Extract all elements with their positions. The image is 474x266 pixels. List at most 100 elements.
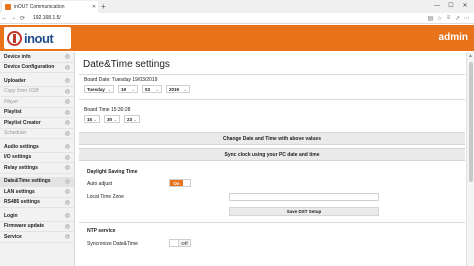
sidebar-item-label: Playlist Creator [4, 119, 41, 126]
ntp-section-title: NTP service [87, 228, 116, 234]
sidebar-item-scheduler: Scheduler › [0, 129, 74, 139]
chevron-right-icon: › [65, 154, 70, 160]
chevron-right-icon: › [65, 223, 70, 229]
close-window-button[interactable]: ✕ [458, 0, 472, 12]
favorites-hub-icon[interactable]: ≡ [444, 15, 453, 22]
sidebar-item-rs485-settings[interactable]: RS485 settings › [0, 198, 74, 208]
minimize-button[interactable]: — [430, 0, 444, 12]
sidebar-item-label: Player [4, 98, 19, 105]
sidebar-menu: Device info › Device Configuration › Uploade… [0, 52, 75, 266]
chevron-right-icon: › [65, 88, 70, 94]
sidebar-item-lan-settings[interactable]: LAN settings › [0, 187, 74, 198]
reading-view-icon[interactable]: ▤ [426, 15, 435, 22]
sidebar-item-player: Player › [0, 97, 74, 108]
favorite-star-icon[interactable]: ☆ [435, 15, 444, 22]
sidebar-item-copy-from-usb: Copy from USB › [0, 87, 74, 97]
sidebar-item-label: Copy from USB [4, 88, 39, 95]
tab-title: inOUT Communication [14, 4, 65, 10]
sidebar-item-label: LAN settings [4, 188, 35, 195]
sidebar-item-date-time-settings[interactable]: Date&Time settings › [0, 176, 74, 187]
sidebar-item-audio-settings[interactable]: Audio settings › [0, 142, 74, 153]
main-content: Date&Time settings Board Date: Tuesday 1… [79, 52, 465, 266]
weekday-select[interactable]: Tuesday ⌄ [84, 85, 114, 93]
day-spinner[interactable]: 19 ⌄ [118, 85, 138, 93]
divider [79, 222, 465, 223]
share-icon[interactable]: ↗ [453, 15, 462, 22]
sidebar-item-label: I/O settings [4, 154, 32, 161]
reload-button[interactable]: ⟳ [18, 15, 27, 22]
page-title: Date&Time settings [83, 59, 170, 70]
chevron-right-icon: › [65, 178, 70, 184]
sidebar-item-i-o-settings[interactable]: I/O settings › [0, 153, 74, 163]
second-spinner[interactable]: 23 ⌄ [124, 115, 140, 123]
board-date-label: Board Date: Tuesday 19/03/2019 [84, 77, 158, 83]
window-controls: — ☐ ✕ [430, 0, 472, 12]
change-date-time-button[interactable]: Change Date and Time with above values [79, 132, 465, 145]
sidebar-item-device-configuration[interactable]: Device Configuration › [0, 63, 74, 73]
chevron-right-icon: › [65, 54, 70, 60]
dst-section-title: Daylight Saving Time [87, 169, 138, 175]
sidebar-item-label: Device info [4, 53, 31, 60]
chevron-right-icon: › [65, 109, 70, 115]
sidebar-item-playlist[interactable]: Playlist › [0, 108, 74, 118]
sidebar-item-label: Device Configuration [4, 64, 55, 71]
auto-adjust-label: Auto adjust [87, 181, 113, 187]
sidebar-item-device-info[interactable]: Device info › [0, 52, 74, 63]
divider [79, 99, 465, 100]
sidebar-item-uploader[interactable]: Uploader › [0, 76, 74, 87]
sidebar-item-label: Audio settings [4, 143, 39, 150]
browser-tab[interactable]: inOUT Communication ✕ [2, 1, 98, 13]
month-spinner[interactable]: 03 ⌄ [142, 85, 162, 93]
sync-pc-clock-button[interactable]: Sync clock using your PC date and time [79, 148, 465, 161]
toggle-knob [183, 180, 190, 186]
forward-button[interactable]: → [9, 15, 18, 21]
chevron-right-icon: › [65, 130, 70, 136]
more-menu-icon[interactable]: ⋯ [462, 15, 471, 22]
chevron-right-icon: › [65, 78, 70, 84]
sidebar-item-label: Playlist [4, 109, 22, 116]
year-spinner[interactable]: 2019 ⌄ [166, 85, 190, 93]
chevron-down-icon: ⌄ [93, 116, 97, 122]
divider [79, 74, 465, 75]
hour-spinner[interactable]: 15 ⌄ [84, 115, 100, 123]
board-time-label: Board Time 15:30:28 [84, 107, 131, 113]
favicon-icon [5, 4, 11, 10]
minute-spinner[interactable]: 30 ⌄ [104, 115, 120, 123]
new-tab-button[interactable]: + [101, 1, 106, 12]
sidebar-item-label: Firmware update [4, 223, 45, 230]
sidebar-item-login[interactable]: Login › [0, 211, 74, 222]
scroll-up-icon[interactable]: ▲ [468, 53, 473, 59]
logo-power-icon [7, 30, 22, 46]
sidebar-item-firmware-update[interactable]: Firmware update › [0, 222, 74, 232]
toggle-on-state: On [170, 180, 183, 186]
local-time-zone-label: Local Time Zone [87, 194, 124, 200]
sidebar-item-service[interactable]: Service › [0, 232, 74, 243]
sidebar-item-playlist-creator[interactable]: Playlist Creator › [0, 118, 74, 129]
toggle-off-state: Off [181, 240, 188, 246]
address-bar: ← → ⟳ 192.168.1.5/ ▤ ☆ ≡ ↗ ⋯ [0, 13, 474, 24]
back-button[interactable]: ← [0, 15, 9, 21]
chevron-right-icon: › [65, 165, 70, 171]
save-dst-button[interactable]: Save DST Setup [229, 207, 379, 216]
browser-titlebar: inOUT Communication ✕ + — ☐ ✕ [0, 0, 474, 13]
ntp-sync-toggle[interactable]: Off [169, 239, 191, 247]
chevron-right-icon: › [65, 120, 70, 126]
browser-window: inOUT Communication ✕ + — ☐ ✕ ← → ⟳ 192.… [0, 0, 474, 266]
sidebar-item-label: Login [4, 212, 18, 219]
maximize-button[interactable]: ☐ [444, 0, 458, 12]
chevron-down-icon: ⌄ [155, 86, 159, 92]
sidebar-item-label: Service [4, 233, 22, 240]
auto-adjust-toggle[interactable]: On [169, 179, 191, 187]
sidebar-item-label: Date&Time settings [4, 178, 51, 185]
username-label[interactable]: admin [439, 32, 468, 43]
tab-close-icon[interactable]: ✕ [90, 4, 98, 10]
time-zone-select[interactable] [229, 193, 379, 201]
inout-logo[interactable]: inout [4, 27, 71, 49]
sidebar-item-label: Scheduler [4, 130, 27, 137]
page-scrollbar[interactable]: ▲ [466, 52, 474, 266]
sidebar-item-relay-settings[interactable]: Relay settings › [0, 163, 74, 174]
sidebar-item-label: Relay settings [4, 164, 38, 171]
url-field[interactable]: 192.168.1.5/ [33, 15, 426, 21]
sidebar-item-label: RS485 settings [4, 199, 40, 206]
scrollbar-thumb[interactable] [469, 62, 473, 182]
